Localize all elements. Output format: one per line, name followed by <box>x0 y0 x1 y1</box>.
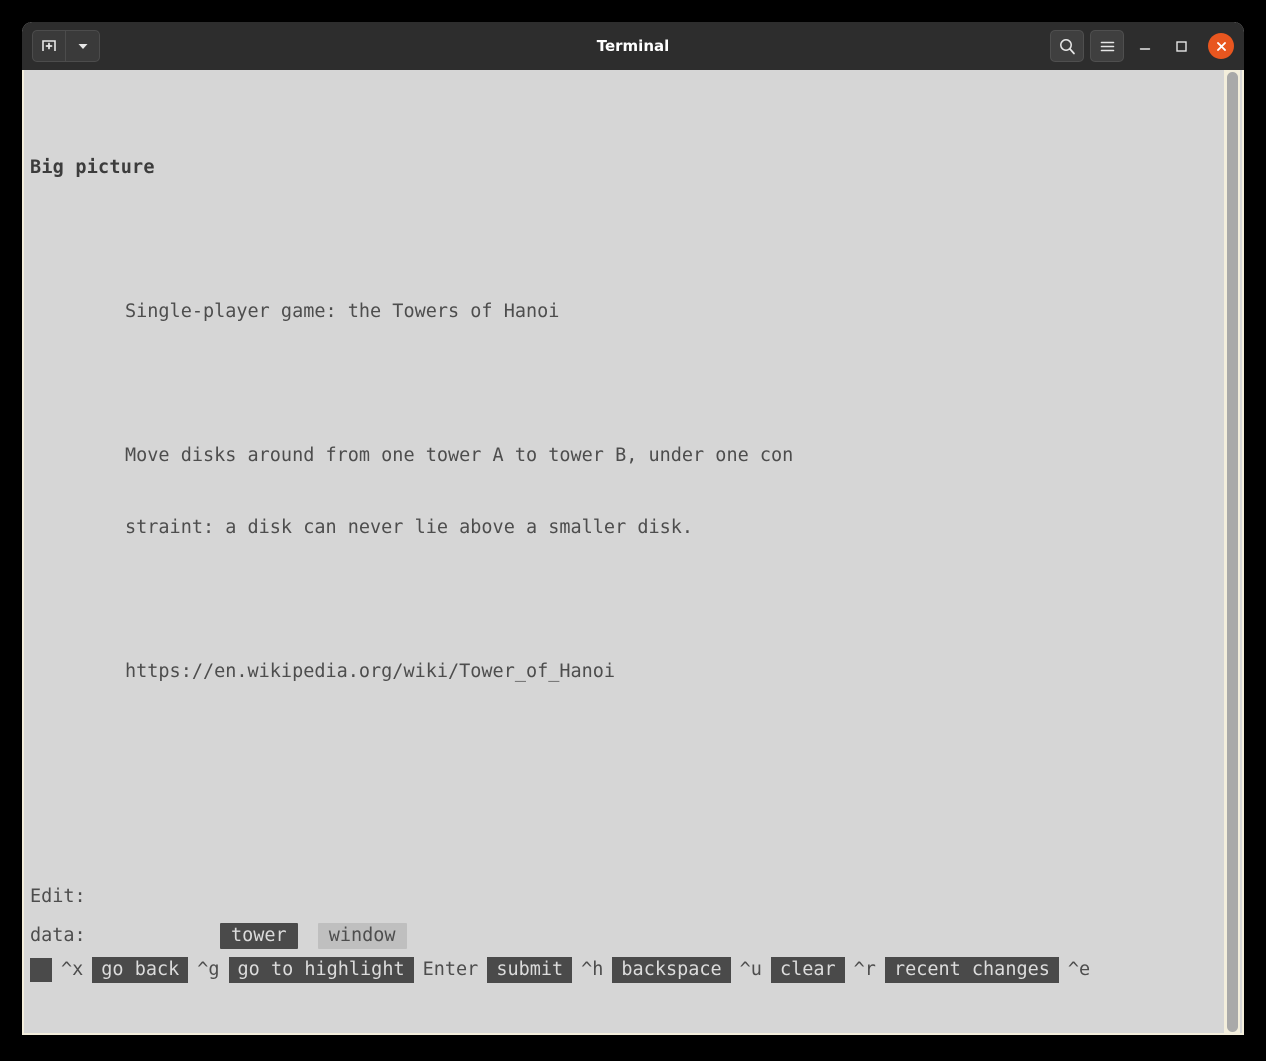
status-bar: Edit: ^x go back ^g go to highlight Ente… <box>30 837 1242 1031</box>
scrollbar-thumb[interactable] <box>1227 72 1238 1032</box>
action-go-back[interactable]: go back <box>92 957 188 983</box>
new-tab-icon <box>40 37 58 55</box>
terminal-body[interactable]: Big picture Single-player game: the Towe… <box>22 70 1244 1035</box>
maximize-icon <box>1173 38 1189 54</box>
titlebar-right-controls <box>1050 30 1234 62</box>
edit-mode-label: Edit: <box>30 885 1242 909</box>
hamburger-menu-icon <box>1098 37 1117 56</box>
action-recent-changes[interactable]: recent changes <box>885 957 1059 983</box>
action-submit[interactable]: submit <box>487 957 572 983</box>
description-line-2: straint: a disk can never lie above a sm… <box>30 516 1242 540</box>
keybinding-row: ^x go back ^g go to highlight Enter subm… <box>30 957 1242 983</box>
description-line-1: Move disks around from one tower A to to… <box>30 444 1242 468</box>
page-title: Big picture <box>30 156 1242 180</box>
keycap-backspace: ^h <box>572 957 612 983</box>
window-titlebar: Terminal <box>22 22 1244 70</box>
maximize-button[interactable] <box>1166 31 1196 61</box>
keycap-submit: Enter <box>414 957 488 983</box>
close-icon <box>1215 40 1228 53</box>
keycap-overflow: ^e <box>1059 957 1099 983</box>
new-tab-button[interactable] <box>32 30 66 62</box>
search-icon <box>1058 37 1077 56</box>
minimize-icon <box>1137 38 1153 54</box>
action-go-to-highlight[interactable]: go to highlight <box>229 957 414 983</box>
terminal-window: Terminal <box>22 22 1244 1035</box>
search-button[interactable] <box>1050 30 1084 62</box>
intro-line: Single-player game: the Towers of Hanoi <box>30 300 1242 324</box>
keycap-go-back: ^x <box>52 957 92 983</box>
text-cursor[interactable] <box>30 958 52 982</box>
action-clear[interactable]: clear <box>771 957 845 983</box>
action-backspace[interactable]: backspace <box>612 957 730 983</box>
reference-url: https://en.wikipedia.org/wiki/Tower_of_H… <box>30 660 1242 684</box>
menu-button[interactable] <box>1090 30 1124 62</box>
keycap-clear: ^u <box>731 957 771 983</box>
minimize-button[interactable] <box>1130 31 1160 61</box>
keycap-go-to-highlight: ^g <box>188 957 228 983</box>
keycap-recent-changes: ^r <box>845 957 885 983</box>
tab-menu-button[interactable] <box>66 30 100 62</box>
chevron-down-icon <box>76 39 90 53</box>
close-button[interactable] <box>1208 33 1234 59</box>
vertical-scrollbar[interactable] <box>1224 70 1240 1033</box>
titlebar-left-controls <box>32 30 100 62</box>
